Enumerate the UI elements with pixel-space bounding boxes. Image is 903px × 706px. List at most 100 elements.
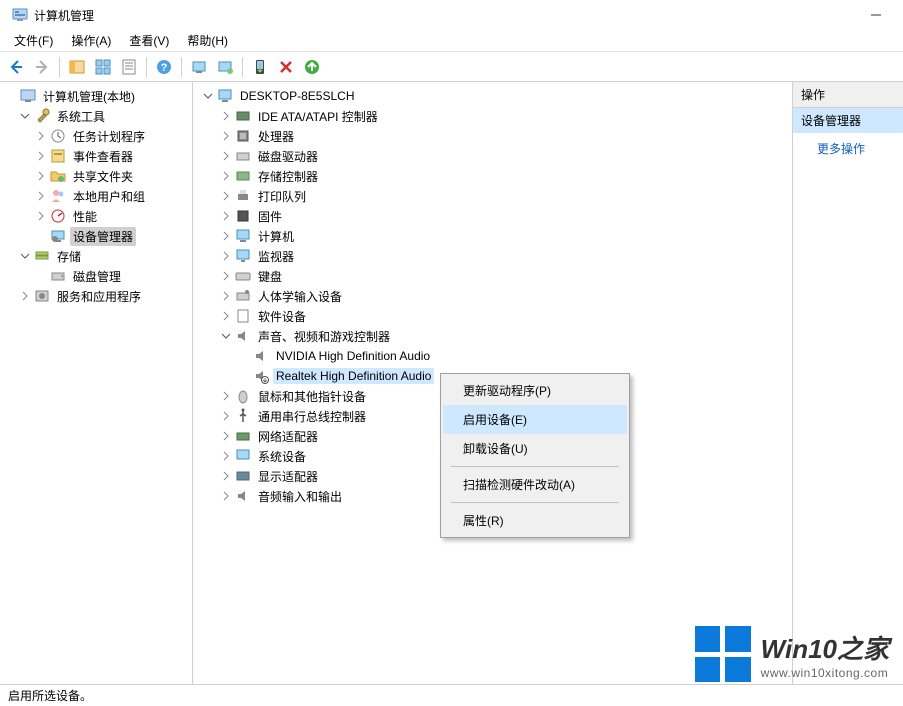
tree-device-manager[interactable]: 设备管理器 [0, 226, 192, 246]
help-button[interactable]: ? [152, 55, 176, 79]
chevron-right-icon[interactable] [219, 209, 233, 223]
device-label: 监视器 [255, 247, 297, 266]
tree-label: 系统工具 [54, 107, 108, 126]
tree-system-tools[interactable]: 系统工具 [0, 106, 192, 126]
statusbar: 启用所选设备。 [0, 684, 903, 706]
ctx-properties[interactable]: 属性(R) [443, 506, 627, 535]
device-label: 固件 [255, 207, 285, 226]
chevron-down-icon[interactable] [219, 329, 233, 343]
scan-hardware-button[interactable] [300, 55, 324, 79]
tree-label: 存储 [54, 247, 84, 266]
device-disk-drives[interactable]: 磁盘驱动器 [193, 146, 792, 166]
device-storage-ctl[interactable]: 存储控制器 [193, 166, 792, 186]
chevron-right-icon[interactable] [34, 149, 48, 163]
chevron-right-icon[interactable] [219, 309, 233, 323]
monitor-icon [235, 248, 251, 264]
device-label: 人体学输入设备 [255, 287, 345, 306]
ctx-uninstall[interactable]: 卸载设备(U) [443, 434, 627, 463]
network-icon [235, 428, 251, 444]
ctx-scan-hardware[interactable]: 扫描检测硬件改动(A) [443, 470, 627, 499]
chevron-right-icon[interactable] [219, 189, 233, 203]
tree-shared-folders[interactable]: 共享文件夹 [0, 166, 192, 186]
actions-section[interactable]: 设备管理器 [793, 108, 903, 134]
device-sound[interactable]: 声音、视频和游戏控制器 [193, 326, 792, 346]
tree-task-scheduler[interactable]: 任务计划程序 [0, 126, 192, 146]
device-printers[interactable]: 打印队列 [193, 186, 792, 206]
chevron-right-icon[interactable] [219, 269, 233, 283]
device-root[interactable]: DESKTOP-8E5SLCH [193, 86, 792, 106]
left-tree-panel: 计算机管理(本地) 系统工具 任务计划程序 事件查看器 共享文件夹 本地用户和组 [0, 82, 193, 684]
chevron-right-icon[interactable] [34, 129, 48, 143]
chevron-down-icon[interactable] [18, 109, 32, 123]
chevron-right-icon[interactable] [219, 389, 233, 403]
usb-icon [235, 408, 251, 424]
chevron-right-icon[interactable] [219, 229, 233, 243]
chevron-right-icon[interactable] [219, 449, 233, 463]
device-label: 处理器 [255, 127, 297, 146]
menu-help[interactable]: 帮助(H) [181, 30, 234, 51]
watermark: Win10之家 www.win10xitong.com [695, 626, 889, 682]
device-ide[interactable]: IDE ATA/ATAPI 控制器 [193, 106, 792, 126]
minimize-button[interactable] [853, 0, 899, 30]
action-more[interactable]: 更多操作 [793, 134, 903, 163]
menu-file[interactable]: 文件(F) [8, 30, 59, 51]
ctx-separator [451, 466, 619, 467]
uninstall-button[interactable] [274, 55, 298, 79]
tree-label: 本地用户和组 [70, 187, 148, 206]
device-software[interactable]: 软件设备 [193, 306, 792, 326]
menu-action[interactable]: 操作(A) [65, 30, 117, 51]
tree-local-users[interactable]: 本地用户和组 [0, 186, 192, 206]
speaker-icon [253, 348, 269, 364]
enable-device-button[interactable] [248, 55, 272, 79]
scan-button[interactable] [187, 55, 211, 79]
tree-root-computer-mgmt[interactable]: 计算机管理(本地) [0, 86, 192, 106]
chevron-right-icon[interactable] [219, 169, 233, 183]
tree-label: 磁盘管理 [70, 267, 124, 286]
device-label: DESKTOP-8E5SLCH [237, 88, 358, 104]
device-label: 网络适配器 [255, 427, 321, 446]
chevron-right-icon[interactable] [219, 129, 233, 143]
device-firmware[interactable]: 固件 [193, 206, 792, 226]
device-computer[interactable]: 计算机 [193, 226, 792, 246]
chevron-right-icon[interactable] [219, 249, 233, 263]
chevron-down-icon[interactable] [201, 89, 215, 103]
device-nvidia-audio[interactable]: NVIDIA High Definition Audio [193, 346, 792, 366]
toolbar-separator [146, 57, 147, 77]
chevron-right-icon[interactable] [34, 169, 48, 183]
device-keyboards[interactable]: 键盘 [193, 266, 792, 286]
chevron-right-icon[interactable] [18, 289, 32, 303]
tree-storage[interactable]: 存储 [0, 246, 192, 266]
chevron-right-icon[interactable] [219, 149, 233, 163]
device-label: 系统设备 [255, 447, 309, 466]
back-button[interactable] [4, 55, 28, 79]
view-button[interactable] [91, 55, 115, 79]
chevron-right-icon[interactable] [219, 489, 233, 503]
device-label: 软件设备 [255, 307, 309, 326]
chevron-right-icon[interactable] [219, 429, 233, 443]
device-hid[interactable]: 人体学输入设备 [193, 286, 792, 306]
forward-button[interactable] [30, 55, 54, 79]
chevron-right-icon[interactable] [219, 109, 233, 123]
show-hide-button[interactable] [65, 55, 89, 79]
chevron-down-icon[interactable] [18, 249, 32, 263]
tree-disk-mgmt[interactable]: 磁盘管理 [0, 266, 192, 286]
tree-services-apps[interactable]: 服务和应用程序 [0, 286, 192, 306]
chevron-right-icon[interactable] [219, 289, 233, 303]
chevron-right-icon[interactable] [219, 409, 233, 423]
properties-button[interactable] [117, 55, 141, 79]
disk-icon [50, 268, 66, 284]
tree-performance[interactable]: 性能 [0, 206, 192, 226]
update-button[interactable] [213, 55, 237, 79]
chevron-right-icon[interactable] [34, 189, 48, 203]
chevron-right-icon[interactable] [219, 469, 233, 483]
chevron-right-icon[interactable] [34, 209, 48, 223]
device-processors[interactable]: 处理器 [193, 126, 792, 146]
ctx-update-driver[interactable]: 更新驱动程序(P) [443, 376, 627, 405]
menu-view[interactable]: 查看(V) [123, 30, 175, 51]
ctx-enable-device[interactable]: 启用设备(E) [443, 405, 627, 434]
expander-icon [34, 229, 48, 243]
device-monitors[interactable]: 监视器 [193, 246, 792, 266]
tree-event-viewer[interactable]: 事件查看器 [0, 146, 192, 166]
device-label: NVIDIA High Definition Audio [273, 348, 433, 364]
expander-icon[interactable] [4, 89, 18, 103]
